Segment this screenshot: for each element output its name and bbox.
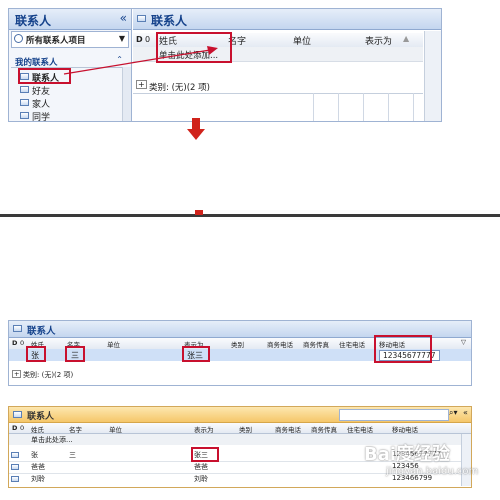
row-surname: 爸爸 [31,463,45,471]
column-category[interactable]: 类别 [239,424,252,434]
grid-line [413,93,414,121]
add-new-prompt: 单击此处添... [31,436,73,444]
column-given-name[interactable]: 名字 [69,424,82,434]
collapse-icon[interactable]: « [120,11,127,25]
down-arrow-icon [187,118,205,140]
contact-card-icon [20,86,29,93]
contact-card-icon [11,476,19,482]
expand-search-icon[interactable]: « [463,408,468,417]
contact-card-icon [13,411,22,418]
search-icon[interactable]: ⌕▾ [449,408,458,418]
watermark: Bai度经验 jingyan.baidu.com [360,440,495,492]
sort-ascending-icon: ▲ [403,34,410,43]
my-contacts-label: 我的联系人 [15,58,58,68]
nav-pane-title: 联系人 [15,14,52,28]
highlight-box-surname [26,346,46,362]
main-pane-title: 联系人 [151,14,188,28]
watermark-logo: Bai度经验 [364,444,451,465]
middle-group-row[interactable]: + 类别: (无)(2 项) [9,369,471,381]
row-given-name: 三 [69,451,76,459]
folder-item-family[interactable]: 家人 [19,97,79,110]
group-label: 类别: (无)(2 项) [23,371,74,379]
chevron-down-icon[interactable]: ▼ [119,34,125,43]
folder-label: 同学 [32,113,51,121]
section-divider [0,214,500,217]
group-label: 类别: (无)(2 项) [149,83,210,93]
search-input[interactable] [339,409,449,421]
column-company[interactable]: 单位 [293,34,311,47]
grid-line [388,93,389,121]
middle-screenshot: 联系人 D 0 姓氏 名字 单位 表示为 类别 商务电话 商务传真 住宅电话 移… [8,320,472,386]
bottom-title: 联系人 [27,412,55,422]
grid-line [338,93,339,121]
column-company[interactable]: 单位 [107,339,120,349]
folder-item-classmates[interactable]: 同学 [19,110,79,121]
attachment-column-icon: 0 [145,35,151,44]
column-home-phone[interactable]: 住宅电话 [339,339,365,349]
grid-line [363,93,364,121]
column-business-phone[interactable]: 商务电话 [275,424,301,434]
highlight-box-given-name [65,346,85,362]
contact-card-icon [20,99,29,106]
column-mobile-phone[interactable]: 移动电话 [392,424,418,434]
watermark-url: jingyan.baidu.com [386,466,479,477]
folder-item-friends[interactable]: 好友 [19,84,79,97]
contact-card-icon [11,452,19,458]
column-home-phone[interactable]: 住宅电话 [347,424,373,434]
contact-card-icon [137,15,146,22]
bottom-column-header: D 0 姓氏 名字 单位 表示为 类别 商务电话 商务传真 住宅电话 移动电话 [9,423,471,434]
attachment-column-icon: 0 [20,424,25,432]
attachment-column-icon: 0 [20,339,25,347]
card-column-icon: D [12,339,18,347]
row-display-as: 爸爸 [194,463,208,471]
column-display-as[interactable]: 表示为 [194,424,214,434]
column-business-fax[interactable]: 商务传真 [303,339,329,349]
row-display-as: 刘聆 [194,475,208,483]
contact-card-icon [11,464,19,470]
expand-icon[interactable]: + [136,80,147,89]
annotation-arrow [63,46,218,75]
highlight-box-display-as [182,346,210,362]
row-surname: 张 [31,451,38,459]
column-business-fax[interactable]: 商务传真 [311,424,337,434]
card-column-icon: D [136,35,143,44]
column-company[interactable]: 单位 [109,424,122,434]
group-row[interactable]: + 类别: (无)(2 项) [133,79,423,94]
folder-label: 家人 [32,100,51,110]
folder-search-icon [14,34,23,43]
folder-label: 好友 [32,87,51,97]
column-display-as[interactable]: 表示为 [365,34,392,47]
column-business-phone[interactable]: 商务电话 [267,339,293,349]
highlight-box-mobile [374,335,432,363]
row-surname: 刘聆 [31,475,45,483]
column-surname[interactable]: 姓氏 [31,424,44,434]
contact-card-icon [20,112,29,119]
contact-card-icon [13,325,22,332]
column-category[interactable]: 类别 [231,339,244,349]
middle-title: 联系人 [27,326,56,337]
filter-icon[interactable]: ▽ [461,338,466,346]
expand-icon[interactable]: + [12,370,22,378]
divider-marker [195,210,203,215]
nav-pane-header: 联系人 « [9,9,131,30]
card-column-icon: D [12,424,18,432]
main-pane-header: 联系人 [133,9,441,30]
grid-line [313,93,314,121]
highlight-box-display-as [191,447,219,462]
bottom-header: 联系人 ⌕▾ « [9,407,471,423]
main-scrollbar[interactable] [424,31,441,121]
